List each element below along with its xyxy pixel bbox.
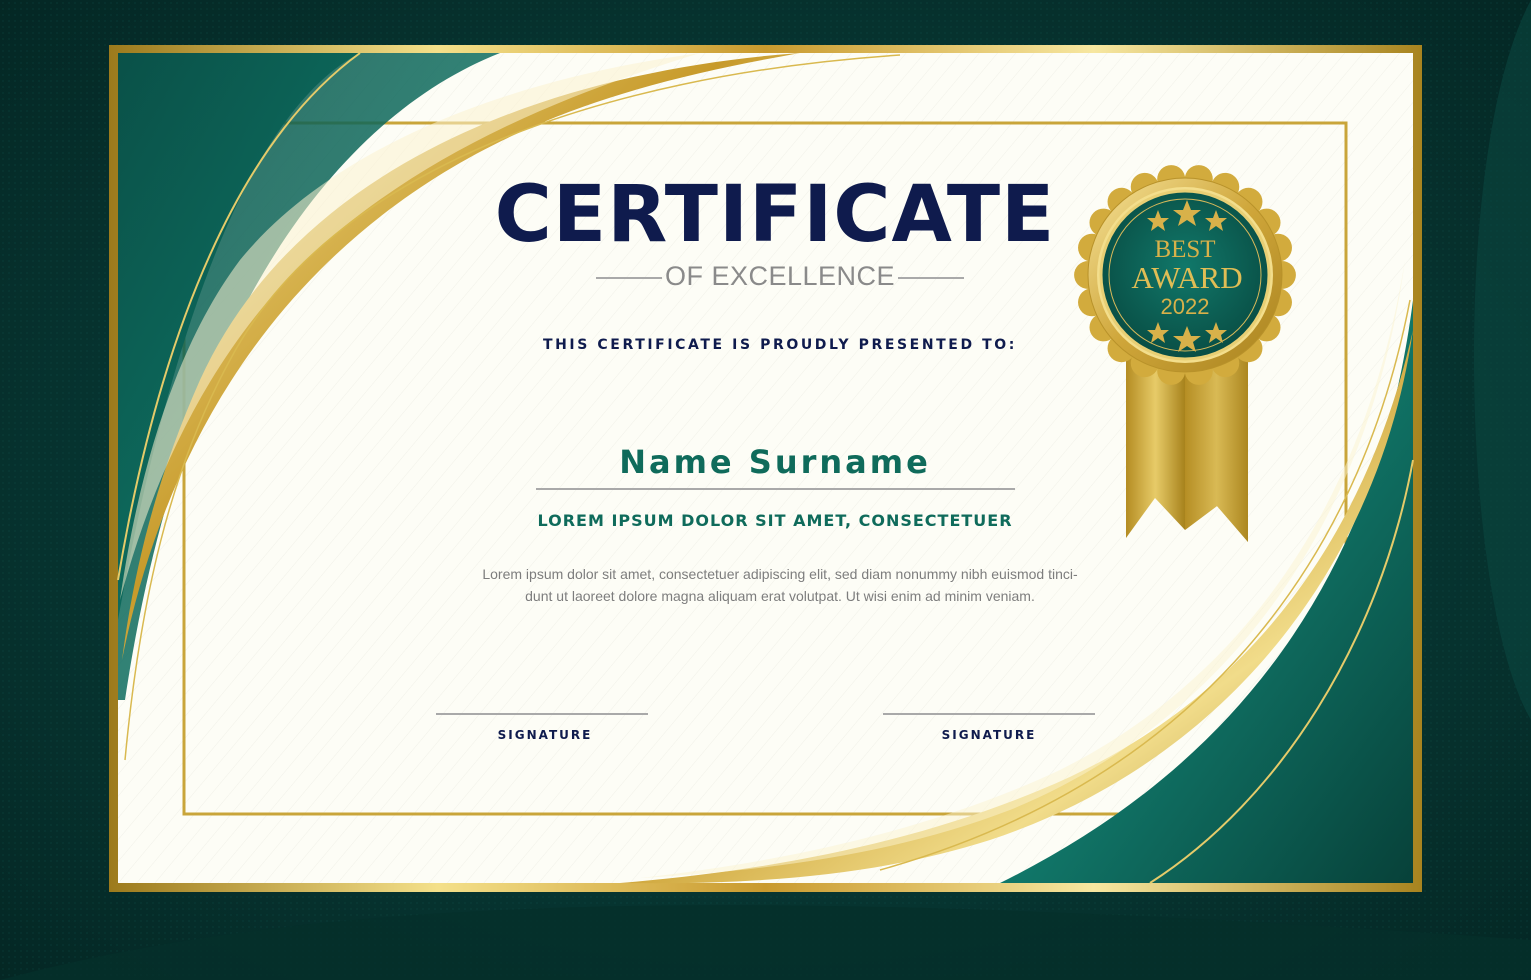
body-text-line-1: Lorem ipsum dolor sit amet, consectetuer… [482, 566, 1078, 582]
subtitle-rule-right [898, 277, 964, 279]
award-seal: BEST AWARD 2022 [1074, 165, 1296, 542]
presented-to-label: THIS CERTIFICATE IS PROUDLY PRESENTED TO… [542, 337, 1018, 353]
signature-line-left [436, 713, 648, 715]
body-text-line-2: dunt ut laoreet dolore magna aliquam era… [525, 588, 1035, 604]
award-reason: LOREM IPSUM DOLOR SIT AMET, CONSECTETUER [537, 511, 1013, 530]
body-text: Lorem ipsum dolor sit amet, consectetuer… [455, 563, 1105, 607]
ribbon-icon [1126, 350, 1248, 542]
seal-line-best: BEST [1154, 236, 1215, 263]
signature-label-right: SIGNATURE [941, 728, 1037, 742]
seal-line-award: AWARD [1131, 260, 1242, 295]
name-underline [536, 488, 1015, 490]
certificate-title: CERTIFICATE [494, 170, 1056, 260]
certificate-subtitle: OF EXCELLENCE [664, 261, 896, 291]
signature-line-right [883, 713, 1095, 715]
seal-line-year: 2022 [1161, 294, 1210, 319]
signature-label-left: SIGNATURE [497, 728, 593, 742]
recipient-name: Name Surname [619, 443, 931, 481]
